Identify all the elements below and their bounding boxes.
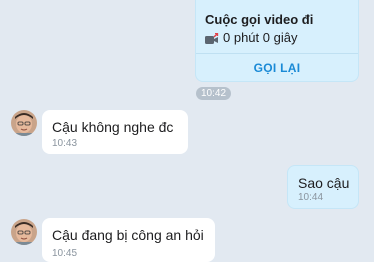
message-text: Cậu đang bị công an hỏi xyxy=(52,227,204,243)
message-time: 10:43 xyxy=(52,138,78,149)
call-title: Cuộc gọi video đi xyxy=(205,12,314,27)
message-time: 10:44 xyxy=(298,192,324,203)
message-time: 10:45 xyxy=(52,248,78,259)
message-text: Cậu không nghe đc xyxy=(52,119,174,135)
call-back-button[interactable]: GỌI LẠI xyxy=(196,61,358,75)
avatar[interactable] xyxy=(11,110,37,136)
message-text: Sao cậu xyxy=(298,175,350,191)
call-duration: 0 phút 0 giây xyxy=(223,30,298,45)
video-call-card: Cuộc gọi video đi 0 phút 0 giây GỌI LẠI xyxy=(195,0,359,82)
message-bubble-received[interactable]: Cậu không nghe đc 10:43 xyxy=(42,110,188,154)
call-timestamp: 10:42 xyxy=(196,87,232,100)
message-bubble-received[interactable]: Cậu đang bị công an hỏi 10:45 xyxy=(42,218,215,262)
avatar[interactable] xyxy=(11,219,37,245)
message-bubble-sent[interactable]: Sao cậu 10:44 xyxy=(287,165,359,209)
divider xyxy=(196,53,358,54)
video-camera-outgoing-icon xyxy=(205,32,219,44)
